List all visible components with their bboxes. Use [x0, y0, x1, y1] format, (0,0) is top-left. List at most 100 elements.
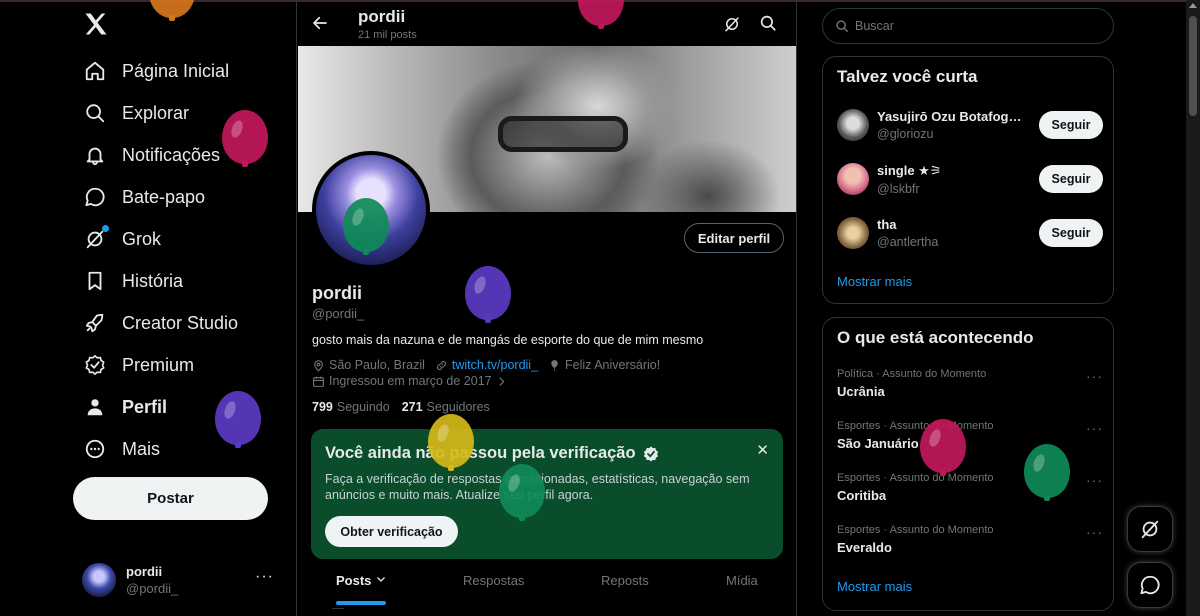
profile-location: São Paulo, Brazil: [329, 358, 425, 372]
search-bar[interactable]: [822, 8, 1114, 44]
trend-name: São Januário: [837, 436, 919, 451]
following-link[interactable]: 799 Seguindo: [312, 400, 390, 414]
search-icon[interactable]: [759, 14, 777, 32]
tab-reposts[interactable]: Reposts: [601, 573, 649, 588]
profile-meta: São Paulo, Brazil twitch.tv/pordii_ Feli…: [312, 358, 660, 372]
back-arrow-icon[interactable]: [311, 14, 329, 32]
edit-profile-button[interactable]: Editar perfil: [684, 223, 784, 253]
chevron-down-icon: [377, 577, 385, 582]
nav-label: Perfil: [122, 396, 168, 417]
account-more-icon[interactable]: ···: [255, 568, 274, 586]
nav-label: Grok: [122, 228, 162, 249]
tab-replies[interactable]: Respostas: [463, 573, 524, 588]
verification-description: Faça a verificação de respostas impulsio…: [325, 472, 750, 502]
trend-item[interactable]: Esportes · Assunto do Momento São Január…: [837, 420, 1103, 460]
rocket-icon: [83, 311, 107, 335]
show-more-link[interactable]: Mostrar mais: [837, 274, 912, 289]
nav-label: História: [122, 270, 184, 291]
follow-button[interactable]: Seguir: [1039, 219, 1103, 247]
nav-item-grok[interactable]: Grok: [60, 218, 290, 260]
x-logo-icon[interactable]: [82, 10, 110, 38]
get-verified-button[interactable]: Obter verificação: [325, 516, 458, 547]
account-switcher[interactable]: pordii @pordii_ ···: [82, 560, 292, 600]
trend-item[interactable]: Esportes · Assunto do Momento Coritiba ·…: [837, 472, 1103, 512]
nav-item-chat[interactable]: Bate-papo: [60, 176, 290, 218]
balloon-icon: [548, 359, 561, 372]
grok-icon[interactable]: [723, 15, 741, 33]
trend-context: Esportes · Assunto do Momento: [837, 420, 994, 432]
profile-column: pordii 21 mil posts Editar perfil pordii…: [296, 0, 797, 616]
account-name: pordii: [126, 564, 163, 579]
grok-icon: [83, 225, 109, 251]
profile-name: pordii: [312, 283, 362, 303]
trend-context: Política · Assunto do Momento: [837, 368, 987, 380]
profile-handle: @pordii_: [312, 306, 365, 321]
profile-tabs: Posts Respostas Reposts Mídia: [297, 565, 796, 609]
verification-title: Você ainda não passou pela verificação: [325, 444, 636, 462]
trend-item[interactable]: Política · Assunto do Momento Ucrânia ··…: [837, 368, 1103, 408]
search-icon: [83, 101, 107, 125]
avatar: [837, 109, 869, 141]
messages-fab[interactable]: [1127, 562, 1173, 608]
followers-link[interactable]: 271 Seguidores: [402, 400, 490, 414]
nav-item-history[interactable]: História: [60, 260, 290, 302]
post-button[interactable]: Postar: [73, 477, 268, 520]
more-icon[interactable]: ···: [1086, 420, 1103, 436]
suggestion-name: tha: [877, 217, 897, 232]
profile-avatar[interactable]: [312, 151, 430, 269]
close-icon[interactable]: ✕: [756, 441, 769, 459]
nav-item-home[interactable]: Página Inicial: [60, 50, 290, 92]
sidebar: Página Inicial Explorar Notificações Bat…: [60, 0, 296, 616]
suggestion-handle: @antlertha: [877, 235, 939, 249]
home-icon: [83, 59, 107, 83]
tab-posts[interactable]: Posts: [336, 573, 387, 588]
show-more-link[interactable]: Mostrar mais: [837, 579, 912, 594]
nav-item-notifications[interactable]: Notificações: [60, 134, 290, 176]
active-tab-indicator: [336, 601, 386, 605]
follow-suggestion[interactable]: tha @antlertha Seguir: [837, 213, 1103, 253]
follow-button[interactable]: Seguir: [1039, 165, 1103, 193]
more-icon[interactable]: ···: [1086, 524, 1103, 540]
follow-button[interactable]: Seguir: [1039, 111, 1103, 139]
following-label: Seguindo: [336, 400, 390, 414]
calendar-icon: [312, 375, 325, 388]
page-title: pordii: [358, 7, 406, 26]
page-scrollbar[interactable]: [1186, 0, 1200, 616]
more-icon[interactable]: ···: [1086, 472, 1103, 488]
trends-card: O que está acontecendo Política · Assunt…: [822, 317, 1114, 611]
grok-fab[interactable]: [1127, 506, 1173, 552]
verification-card: Você ainda não passou pela verificação F…: [311, 429, 783, 559]
search-icon: [836, 20, 848, 32]
scroll-up-arrow-icon[interactable]: [1189, 3, 1197, 8]
search-input[interactable]: [855, 19, 1085, 33]
profile-link[interactable]: twitch.tv/pordii_: [452, 358, 538, 372]
nav-label: Notificações: [122, 144, 221, 165]
chevron-right-icon: [495, 375, 508, 388]
card-title: O que está acontecendo: [837, 328, 1034, 347]
scrollbar-thumb[interactable]: [1189, 16, 1197, 116]
banner-photo-detail: [498, 116, 628, 152]
tab-label: Posts: [336, 573, 372, 588]
nav-item-profile[interactable]: Perfil: [60, 386, 290, 428]
trend-context: Esportes · Assunto do Momento: [837, 472, 994, 484]
chat-icon: [1140, 575, 1160, 595]
grok-icon: [1141, 520, 1159, 539]
suggestion-name: Yasujirō Ozu Botafogu...: [877, 109, 1027, 124]
tab-media[interactable]: Mídia: [726, 573, 758, 588]
nav-item-more[interactable]: Mais: [60, 428, 290, 470]
card-title: Talvez você curta: [837, 67, 978, 86]
nav-item-explore[interactable]: Explorar: [60, 92, 290, 134]
trend-item[interactable]: Esportes · Assunto do Momento Everaldo ·…: [837, 524, 1103, 564]
profile-joined-row[interactable]: Ingressou em março de 2017: [312, 374, 512, 388]
nav-item-creator-studio[interactable]: Creator Studio: [60, 302, 290, 344]
suggestion-handle: @gloriozu: [877, 127, 934, 141]
follow-suggestion[interactable]: single ★⚞ @lskbfr Seguir: [837, 159, 1103, 199]
more-circle-icon: [83, 437, 107, 461]
nav-label: Mais: [122, 438, 161, 459]
follow-suggestion[interactable]: Yasujirō Ozu Botafogu... @gloriozu Seguir: [837, 105, 1103, 145]
who-to-follow-card: Talvez você curta Yasujirō Ozu Botafogu.…: [822, 56, 1114, 304]
more-icon[interactable]: ···: [1086, 368, 1103, 384]
suggestion-name: single ★⚞: [877, 162, 942, 178]
nav-item-premium[interactable]: Premium: [60, 344, 290, 386]
chat-icon: [83, 185, 107, 209]
